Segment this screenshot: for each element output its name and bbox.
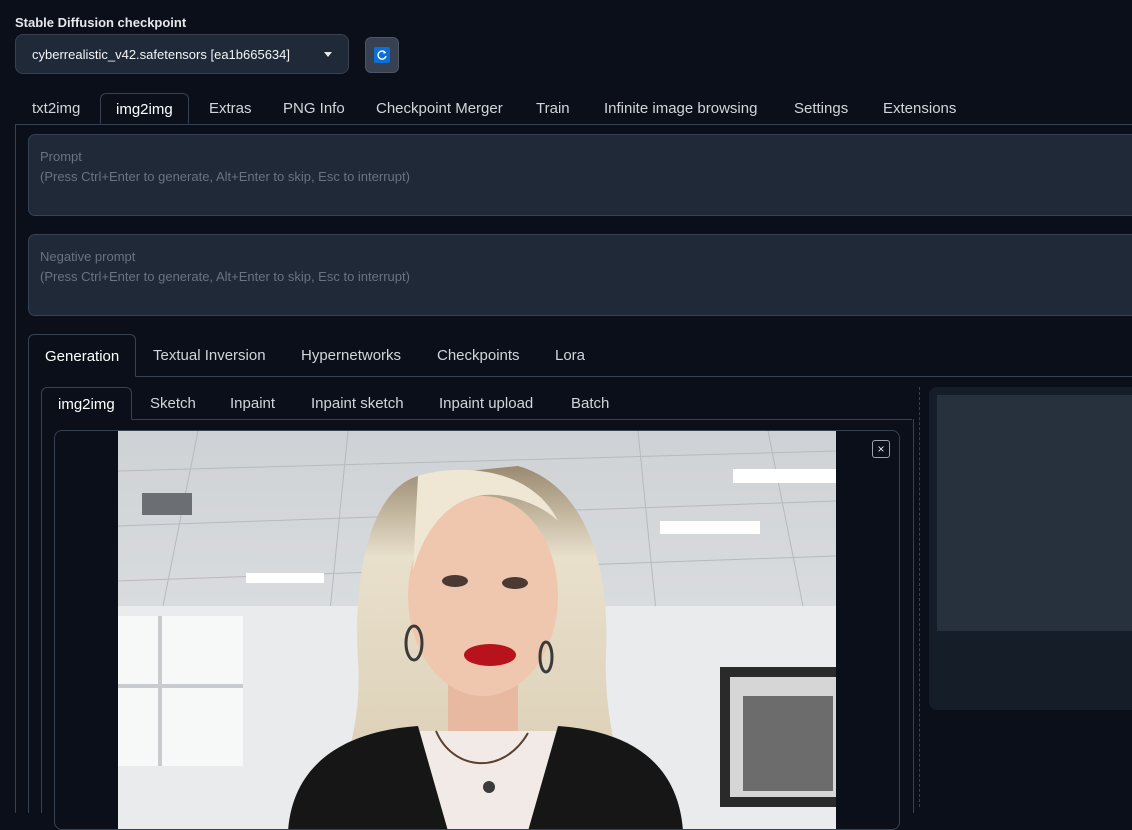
checkpoint-label: Stable Diffusion checkpoint [15, 15, 187, 30]
input-image-area[interactable]: × [54, 430, 900, 830]
tab-infinite-image-browsing[interactable]: Infinite image browsing [604, 93, 757, 124]
tab-extras[interactable]: Extras [209, 93, 252, 124]
tab-checkpoints[interactable]: Checkpoints [437, 334, 520, 376]
checkpoint-value: cyberrealistic_v42.safetensors [ea1b6656… [32, 46, 290, 62]
tab-img2img[interactable]: img2img [100, 93, 189, 124]
generation-tab-bar: Generation Textual Inversion Hypernetwor… [28, 334, 1132, 377]
tab-inpaint-sketch[interactable]: Inpaint sketch [311, 387, 404, 419]
refresh-icon [374, 47, 390, 63]
tab-lora[interactable]: Lora [555, 334, 585, 376]
negative-prompt-label: Negative prompt [40, 249, 136, 264]
input-image [118, 431, 836, 829]
tab-checkpoint-merger[interactable]: Checkpoint Merger [376, 93, 503, 124]
tab-inpaint-upload[interactable]: Inpaint upload [439, 387, 533, 419]
tab-generation[interactable]: Generation [28, 334, 137, 377]
output-image-placeholder [937, 395, 1132, 631]
generation-panel [28, 376, 30, 813]
negative-prompt-input[interactable]: Negative prompt (Press Ctrl+Enter to gen… [28, 234, 1132, 316]
tab-mode-img2img[interactable]: img2img [41, 387, 132, 420]
prompt-label: Prompt [40, 149, 82, 164]
tab-txt2img[interactable]: txt2img [32, 93, 80, 124]
tab-batch[interactable]: Batch [571, 387, 609, 419]
tab-extensions[interactable]: Extensions [883, 93, 956, 124]
clear-image-button[interactable]: × [872, 440, 890, 458]
tab-train[interactable]: Train [536, 93, 570, 124]
column-divider [919, 387, 920, 807]
tab-textual-inversion[interactable]: Textual Inversion [153, 334, 266, 376]
main-tab-bar: txt2img img2img Extras PNG Info Checkpoi… [15, 93, 1132, 125]
prompt-placeholder: (Press Ctrl+Enter to generate, Alt+Enter… [40, 169, 410, 184]
tab-sketch[interactable]: Sketch [150, 387, 196, 419]
negative-prompt-placeholder: (Press Ctrl+Enter to generate, Alt+Enter… [40, 269, 410, 284]
tab-hypernetworks[interactable]: Hypernetworks [301, 334, 401, 376]
caret-down-icon [324, 51, 332, 57]
tab-settings[interactable]: Settings [794, 93, 848, 124]
tab-inpaint[interactable]: Inpaint [230, 387, 275, 419]
refresh-checkpoints-button[interactable] [365, 37, 399, 73]
tab-png-info[interactable]: PNG Info [283, 93, 345, 124]
checkpoint-dropdown[interactable]: cyberrealistic_v42.safetensors [ea1b6656… [15, 34, 349, 74]
prompt-input[interactable]: Prompt (Press Ctrl+Enter to generate, Al… [28, 134, 1132, 216]
img2img-mode-tab-bar: img2img Sketch Inpaint Inpaint sketch In… [41, 387, 912, 420]
close-icon: × [877, 442, 885, 456]
